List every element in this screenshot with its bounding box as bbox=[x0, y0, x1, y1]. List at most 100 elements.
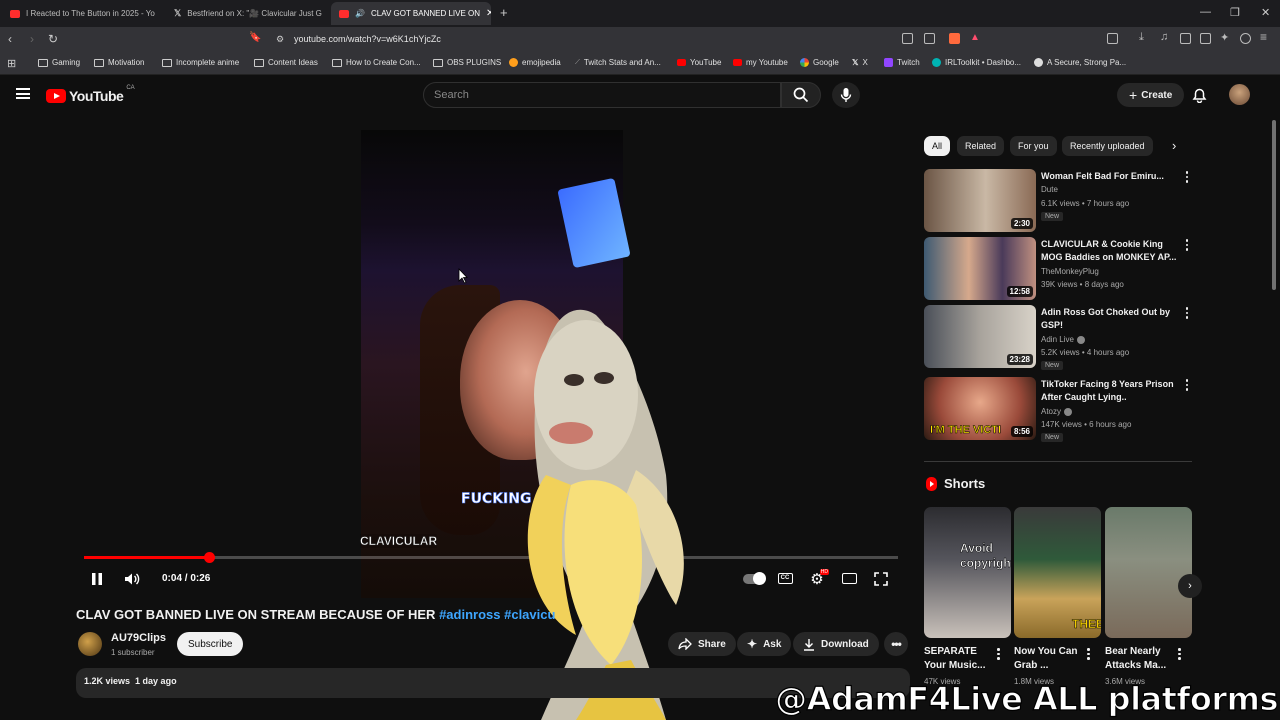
restore-icon[interactable]: ❐ bbox=[1230, 6, 1240, 19]
volume-button[interactable] bbox=[123, 571, 141, 587]
video-thumbnail[interactable]: I'M THE VICTI 8:56 bbox=[924, 377, 1036, 440]
video-thumbnail[interactable]: 23:28 bbox=[924, 305, 1036, 368]
recommended-video[interactable]: I'M THE VICTI 8:56 TikToker Facing 8 Yea… bbox=[924, 377, 1194, 443]
bookmark-twitch[interactable]: Twitch bbox=[884, 58, 920, 67]
search-input[interactable]: Search bbox=[423, 82, 781, 108]
voice-search-button[interactable] bbox=[832, 82, 860, 108]
pause-button[interactable] bbox=[89, 571, 105, 587]
screenshot-icon[interactable] bbox=[902, 33, 913, 44]
bookmark-secure-password[interactable]: A Secure, Strong Pa... bbox=[1034, 58, 1126, 67]
bookmark-google[interactable]: Google bbox=[800, 58, 839, 67]
recommended-title[interactable]: TikToker Facing 8 Years Prison After Cau… bbox=[1041, 378, 1181, 404]
video-thumbnail[interactable]: 12:58 bbox=[924, 237, 1036, 300]
rewards-icon[interactable]: ▲ bbox=[970, 32, 981, 43]
bookmark-icon[interactable]: 🔖 bbox=[249, 32, 261, 43]
autoplay-toggle[interactable] bbox=[742, 571, 766, 587]
settings-button[interactable]: ⚙ HD bbox=[809, 569, 829, 588]
more-options-icon[interactable] bbox=[1184, 379, 1190, 391]
channel-avatar[interactable] bbox=[78, 632, 102, 656]
bookmark-twitch-stats[interactable]: ⟋ Twitch Stats and An... bbox=[575, 58, 661, 67]
short-title[interactable]: SEPARATE Your Music... bbox=[924, 645, 994, 673]
bookmark-my-youtube[interactable]: my Youtube bbox=[733, 58, 788, 67]
recommended-video[interactable]: 23:28 Adin Ross Got Choked Out by GSP! A… bbox=[924, 305, 1194, 371]
browser-tab[interactable]: 𝕏 Bestfriend on X: "🎥 Clavicular Just G bbox=[166, 2, 326, 25]
music-icon[interactable]: ♫ bbox=[1160, 31, 1171, 43]
chip-recently-uploaded[interactable]: Recently uploaded bbox=[1062, 136, 1153, 156]
reader-icon[interactable] bbox=[1180, 33, 1191, 44]
back-icon[interactable]: ‹ bbox=[8, 32, 12, 46]
leo-ai-icon[interactable]: ✦ bbox=[1220, 31, 1231, 44]
recommended-channel[interactable]: Atozy bbox=[1041, 407, 1073, 416]
video-thumbnail[interactable]: 2:30 bbox=[924, 169, 1036, 232]
recommended-title[interactable]: Woman Felt Bad For Emiru... bbox=[1041, 170, 1181, 183]
vpn-icon[interactable] bbox=[1240, 33, 1251, 44]
menu-icon[interactable]: ≡ bbox=[1260, 30, 1271, 44]
captions-button[interactable]: CC bbox=[777, 571, 793, 585]
chip-all[interactable]: All bbox=[924, 136, 951, 156]
url-field[interactable]: youtube.com/watch?v=w6K1chYjcZc bbox=[294, 34, 441, 44]
recommended-channel[interactable]: Dute bbox=[1041, 185, 1058, 194]
channel-name[interactable]: AU79Clips bbox=[111, 632, 166, 644]
page-scrollbar[interactable] bbox=[1272, 120, 1276, 290]
recommended-video[interactable]: 2:30 Woman Felt Bad For Emiru... Dute 6.… bbox=[924, 169, 1194, 235]
chip-related[interactable]: Related bbox=[957, 136, 1005, 156]
download-icon[interactable]: ⤓ bbox=[1139, 31, 1150, 43]
recommended-title[interactable]: CLAVICULAR & Cookie King MOG Baddies on … bbox=[1041, 238, 1181, 264]
bookmark-x[interactable]: 𝕏X bbox=[852, 58, 868, 67]
notifications-bell-icon[interactable] bbox=[1192, 87, 1207, 103]
close-tab-icon[interactable]: ✕ bbox=[486, 8, 491, 19]
recommended-video[interactable]: 12:58 CLAVICULAR & Cookie King MOG Baddi… bbox=[924, 237, 1194, 303]
minimize-icon[interactable]: — bbox=[1200, 6, 1211, 18]
subscribe-button[interactable]: Subscribe bbox=[177, 632, 244, 656]
more-options-icon[interactable] bbox=[1184, 171, 1190, 183]
short-thumbnail[interactable]: Avoid copyright bbox=[924, 507, 1011, 638]
reload-icon[interactable]: ↻ bbox=[48, 32, 58, 46]
shorts-next-button[interactable]: › bbox=[1178, 574, 1202, 598]
share-button[interactable]: Share bbox=[668, 632, 736, 656]
bookmark-incomplete-anime[interactable]: Incomplete anime bbox=[162, 58, 239, 67]
short-thumbnail[interactable] bbox=[1105, 507, 1192, 638]
bookmark-irltoolkit[interactable]: IRLToolkit • Dashbo... bbox=[932, 58, 1021, 67]
fullscreen-button[interactable] bbox=[873, 571, 889, 587]
share-page-icon[interactable] bbox=[924, 33, 935, 44]
bookmark-gaming[interactable]: Gaming bbox=[38, 58, 80, 67]
more-options-icon[interactable] bbox=[997, 648, 1000, 660]
search-button[interactable] bbox=[781, 82, 821, 108]
site-info-icon[interactable]: ⚙ bbox=[276, 34, 284, 45]
sidebar-panel-icon[interactable] bbox=[1107, 33, 1118, 44]
chip-for-you[interactable]: For you bbox=[1010, 136, 1057, 156]
create-button[interactable]: + Create bbox=[1117, 83, 1185, 107]
progress-bar[interactable] bbox=[84, 552, 898, 563]
video-hashtags[interactable]: #adinross #clavicu bbox=[439, 607, 555, 622]
bookmark-emojipedia[interactable]: emojipedia bbox=[509, 58, 561, 67]
more-options-icon[interactable] bbox=[1087, 648, 1090, 660]
browser-tab-active[interactable]: 🔊 CLAV GOT BANNED LIVE ON ✕ bbox=[331, 2, 491, 25]
hamburger-menu-icon[interactable] bbox=[16, 88, 30, 99]
bookmark-content-ideas[interactable]: Content Ideas bbox=[254, 58, 318, 67]
user-avatar[interactable] bbox=[1229, 84, 1250, 105]
miniplayer-button[interactable] bbox=[841, 571, 857, 585]
short-title[interactable]: Now You Can Grab ... bbox=[1014, 645, 1084, 673]
short-thumbnail[interactable]: THEE bbox=[1014, 507, 1101, 638]
more-options-icon[interactable] bbox=[1184, 239, 1190, 251]
recommended-channel[interactable]: TheMonkeyPlug bbox=[1041, 267, 1099, 276]
recommended-channel[interactable]: Adin Live bbox=[1041, 335, 1085, 344]
close-window-icon[interactable]: ✕ bbox=[1261, 6, 1270, 19]
more-options-icon[interactable] bbox=[1184, 307, 1190, 319]
chips-next-icon[interactable]: › bbox=[1172, 138, 1176, 153]
bookmark-youtube[interactable]: YouTube bbox=[677, 58, 721, 67]
more-actions-button[interactable]: ••• bbox=[884, 632, 908, 656]
apps-grid-icon[interactable]: ⊞ bbox=[7, 57, 16, 70]
bookmark-obs-plugins[interactable]: OBS PLUGINS bbox=[433, 58, 501, 67]
download-button[interactable]: Download bbox=[793, 632, 879, 656]
browser-tab[interactable]: I Reacted to The Button in 2025 - Yo bbox=[2, 2, 162, 25]
recommended-title[interactable]: Adin Ross Got Choked Out by GSP! bbox=[1041, 306, 1181, 332]
bookmark-how-to-create[interactable]: How to Create Con... bbox=[332, 58, 421, 67]
ask-button[interactable]: ✦ Ask bbox=[737, 632, 792, 656]
bookmark-motivation[interactable]: Motivation bbox=[94, 58, 144, 67]
forward-icon[interactable]: › bbox=[30, 32, 34, 46]
wallet-icon[interactable] bbox=[1200, 33, 1211, 44]
youtube-logo[interactable]: YouTube CA bbox=[46, 85, 135, 104]
short-title[interactable]: Bear Nearly Attacks Ma... bbox=[1105, 645, 1175, 673]
brave-shield-icon[interactable] bbox=[949, 33, 960, 44]
